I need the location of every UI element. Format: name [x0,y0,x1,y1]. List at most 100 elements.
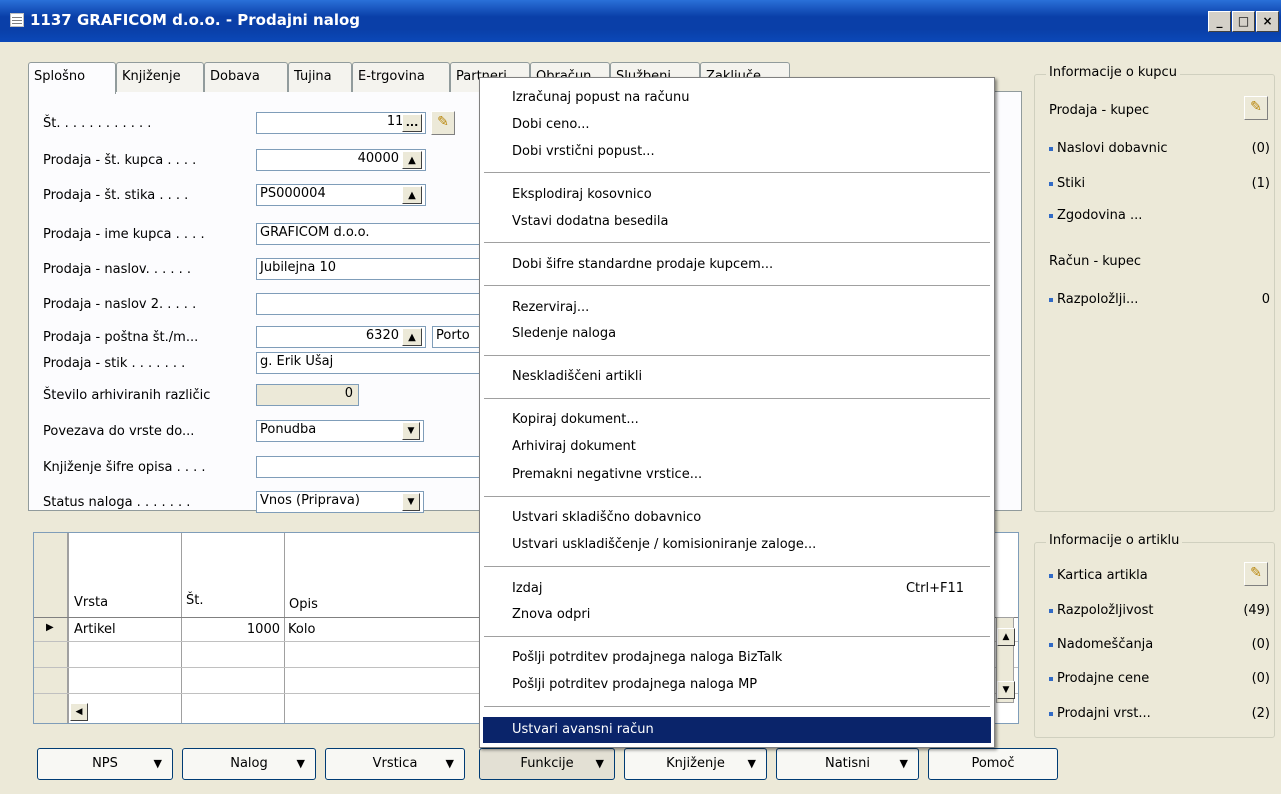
tab-e-trgovina[interactable]: E-trgovina [352,62,450,92]
menu-item-archive-document[interactable]: Arhiviraj dokument [512,439,636,454]
ship-to-addresses-count: (0) [1251,141,1270,156]
nps-menu-button[interactable]: NPS ▼ [37,748,173,780]
link-type-select[interactable]: Ponudba [256,420,424,442]
functions-label: Funkcije [520,756,574,771]
item-card-link[interactable]: Kartica artikla [1049,568,1148,583]
menu-item-invoice-discount[interactable]: Izračunaj popust na računu [512,90,690,105]
bullet-icon [1049,711,1053,716]
sales-lines-label: Prodajni vrst... [1057,706,1151,721]
status-select[interactable]: Vnos (Priprava) [256,491,424,513]
menu-separator [484,242,990,243]
customer-lookup-icon[interactable] [402,151,422,169]
line-description-cell[interactable]: Kolo [288,622,315,637]
menu-separator [484,566,990,567]
customer-info-title: Informacije o kupcu [1046,65,1180,80]
menu-item-nonstock-items[interactable]: Neskladiščeni artikli [512,369,642,384]
chevron-down-icon: ▼ [153,757,162,770]
menu-separator [484,706,990,707]
postcode-field[interactable]: 6320 [256,326,426,348]
menu-item-create-prepayment-invoice[interactable]: Ustvari avansni račun [512,722,654,737]
field-label-status: Status naloga . . . . . . . [43,495,191,510]
menu-item-extended-texts[interactable]: Vstavi dodatna besedila [512,214,669,229]
invoice-customer-label: Račun - kupec [1049,254,1142,269]
scroll-up-icon[interactable]: ▲ [997,628,1015,646]
chevron-down-icon[interactable]: ▼ [402,493,420,511]
chevron-down-icon[interactable]: ▼ [402,422,420,440]
functions-menu-button[interactable]: Funkcije ▼ [479,748,615,780]
edit-pencil-icon[interactable]: ✎ [1244,96,1268,120]
contact-lookup-icon[interactable] [402,186,422,204]
edit-pencil-icon[interactable]: ✎ [431,111,455,135]
print-label: Natisni [824,756,871,771]
city-field[interactable]: Porto [432,326,482,348]
menu-item-send-mp[interactable]: Pošlji potrditev prodajnega naloga MP [512,677,757,692]
tab-knjizenje[interactable]: Knjiženje [116,62,204,92]
scroll-left-icon[interactable]: ◀ [70,703,88,721]
maximize-button[interactable]: □ [1232,11,1255,32]
help-button[interactable]: Pomoč [928,748,1058,780]
scroll-down-icon[interactable]: ▼ [997,681,1015,699]
menu-separator [484,172,990,173]
substitutions-count: (0) [1251,637,1270,652]
tab-dobava[interactable]: Dobava [204,62,288,92]
sales-prices-label: Prodajne cene [1057,671,1150,686]
contact-number-field[interactable]: PS000004 [256,184,426,206]
menu-item-copy-document[interactable]: Kopiraj dokument... [512,412,639,427]
menu-item-get-price[interactable]: Dobi ceno... [512,117,589,132]
tab-tujina[interactable]: Tujina [288,62,352,92]
menu-item-create-warehouse-shipment[interactable]: Ustvari skladiščno dobavnico [512,510,701,525]
field-label-address2: Prodaja - naslov 2. . . . . [43,297,197,312]
tab-splosno[interactable]: Splošno [28,62,116,94]
contacts-link[interactable]: Stiki [1049,176,1085,191]
substitutions-link[interactable]: Nadomeščanja [1049,637,1153,652]
sales-prices-link[interactable]: Prodajne cene [1049,671,1149,686]
edit-pencil-icon[interactable]: ✎ [1244,562,1268,586]
contact-field[interactable]: g. Erik Ušaj [256,352,482,374]
menu-item-move-negative-lines[interactable]: Premakni negativne vrstice... [512,467,702,482]
available-credit-link[interactable]: Razpoložlji... [1049,292,1138,307]
order-menu-button[interactable]: Nalog ▼ [182,748,316,780]
menu-item-send-biztalk[interactable]: Pošlji potrditev prodajnega naloga BizTa… [512,650,782,665]
window-title: 1137 GRAFICOM d.o.o. - Prodajni nalog [30,11,361,29]
title-bar: 1137 GRAFICOM d.o.o. - Prodajni nalog _ … [0,0,1281,42]
column-header-vrsta[interactable]: Vrsta [74,595,108,610]
availability-link[interactable]: Razpoložljivost [1049,603,1153,618]
column-header-opis[interactable]: Opis [289,597,318,612]
line-menu-button[interactable]: Vrstica ▼ [325,748,465,780]
menu-item-release[interactable]: Izdaj [512,581,543,596]
posting-label: Knjiženje [666,756,725,771]
field-label-st: Št. . . . . . . . . . . . [43,116,152,131]
ship-to-addresses-link[interactable]: Naslovi dobavnic [1049,141,1168,156]
field-label-postcode: Prodaja - poštna št./m... [43,330,199,345]
customer-name-field[interactable]: GRAFICOM d.o.o. [256,223,482,245]
menu-item-reopen[interactable]: Znova odpri [512,607,590,622]
menu-item-create-put-away-pick[interactable]: Ustvari uskladiščenje / komisioniranje z… [512,537,816,552]
bullet-icon [1049,608,1053,613]
menu-item-explode-bom[interactable]: Eksplodiraj kosovnico [512,187,652,202]
menu-item-reserve[interactable]: Rezerviraj... [512,300,589,315]
menu-item-line-discount[interactable]: Dobi vrstični popust... [512,144,655,159]
address-field[interactable]: Jubilejna 10 [256,258,482,280]
field-label-customer-name: Prodaja - ime kupca . . . . [43,227,205,242]
available-credit-label: Razpoložlji... [1057,292,1139,307]
substitutions-label: Nadomeščanja [1057,637,1154,652]
minimize-button[interactable]: _ [1208,11,1231,32]
menu-separator [484,355,990,356]
customer-number-field[interactable]: 40000 [256,149,426,171]
order-number-field[interactable]: 1137 [256,112,426,134]
menu-item-order-tracking[interactable]: Sledenje naloga [512,326,616,341]
posting-menu-button[interactable]: Knjiženje ▼ [624,748,767,780]
postcode-lookup-icon[interactable] [402,328,422,346]
line-number-cell[interactable]: 1000 [184,622,280,637]
description-code-field[interactable] [256,456,482,478]
history-link[interactable]: Zgodovina ... [1049,208,1142,223]
address2-field[interactable] [256,293,482,315]
close-button[interactable]: × [1256,11,1279,32]
menu-item-standard-sales-codes[interactable]: Dobi šifre standardne prodaje kupcem... [512,257,773,272]
sales-lines-link[interactable]: Prodajni vrst... [1049,706,1151,721]
print-menu-button[interactable]: Natisni ▼ [776,748,919,780]
column-header-st[interactable]: Št. [186,593,203,608]
ship-to-addresses-label: Naslovi dobavnic [1057,141,1168,156]
line-type-cell[interactable]: Artikel [74,622,116,637]
lookup-button[interactable]: ... [402,114,422,132]
